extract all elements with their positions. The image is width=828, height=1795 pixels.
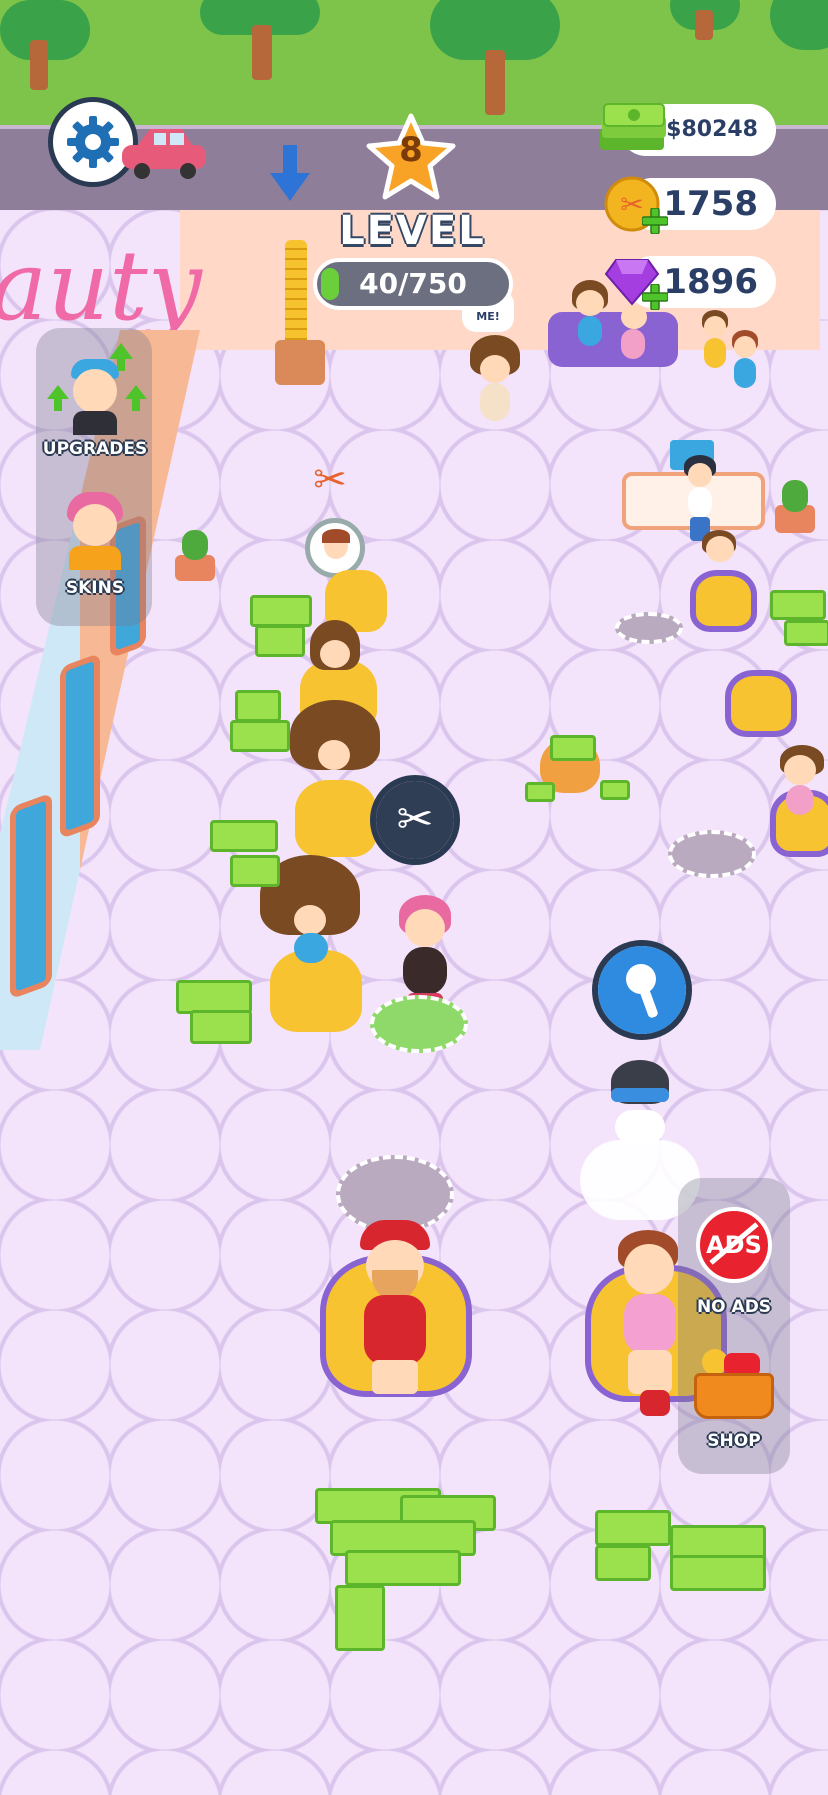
cash-pile[interactable] [600,780,630,800]
cash-pile[interactable] [550,735,596,761]
cash-pile[interactable] [176,980,252,1014]
gems-value: 1896 [663,262,758,302]
scissors-icon: ✂ [376,781,454,859]
shop-basket-icon [694,1349,774,1421]
shower-icon [598,946,686,1034]
customer[interactable] [730,330,760,410]
cash-pile[interactable] [190,1010,252,1044]
customer[interactable] [700,310,730,390]
upgrades-button[interactable]: UPGRADES [30,335,160,465]
skins-icon [55,490,135,570]
cash-pile[interactable] [250,595,312,627]
plant [170,530,220,585]
customer[interactable] [780,745,828,825]
customer[interactable] [615,305,651,365]
pedestal [275,340,325,385]
scissors-action-button[interactable]: ✂ [370,775,460,865]
add-coins-icon[interactable] [642,208,668,234]
skins-button[interactable]: SKINS [30,482,160,612]
no-ads-label: NO ADS [696,1297,772,1317]
cash-pile[interactable] [770,590,826,620]
cash-pile[interactable] [345,1550,461,1586]
arrow-down-icon [270,145,310,201]
shop-button[interactable]: SHOP [672,1345,796,1465]
skins-label: SKINS [65,578,125,598]
cash-pile[interactable] [595,1545,651,1581]
mirror [10,792,52,1000]
salon-sign: auty [0,230,202,342]
cash-pile[interactable] [235,690,281,722]
waiting-chair[interactable] [725,670,797,737]
plant [770,480,820,535]
customer-santa[interactable] [350,1200,440,1400]
cash-pile[interactable] [784,620,828,646]
add-gems-icon[interactable] [642,284,668,310]
customer-help[interactable] [470,335,520,435]
washer[interactable] [605,1060,675,1150]
customer[interactable] [700,530,740,590]
level-progress-text: 40/750 [359,267,467,300]
cash-pile[interactable] [335,1585,385,1651]
cash-pile[interactable] [670,1555,766,1591]
upgrades-icon [47,343,147,435]
shower-action-button[interactable] [592,940,692,1040]
customer[interactable] [290,700,380,800]
level-label: LEVEL [339,208,486,254]
cash-pile[interactable] [230,855,280,887]
cash-stack-icon [600,103,666,150]
car-icon [122,129,206,179]
coins-value: 1758 [663,184,758,224]
scissors-marker: ✂ [313,457,347,503]
no-ads-icon: ADS [696,1207,772,1283]
customer[interactable] [310,620,360,690]
cash-pile[interactable] [210,820,278,852]
gear-icon [67,116,119,168]
cash-pile[interactable] [525,782,555,802]
cash-pile[interactable] [595,1510,671,1546]
no-ads-button[interactable]: ADS NO ADS [672,1205,796,1325]
upgrades-label: UPGRADES [42,439,148,459]
cash-value: $80248 [666,117,758,142]
level-number: 8 [399,130,423,170]
cash-pile[interactable] [255,625,305,657]
mirror [60,652,100,840]
level-progress-bar: 40/750 [313,258,513,310]
floor-spot [668,830,756,878]
svg-text:✂: ✂ [620,188,643,221]
floor-spot [615,612,683,644]
hairdresser-spot [370,995,468,1053]
shop-label: SHOP [707,1431,761,1451]
waiting-couch [548,312,678,367]
customer-avatar-marker[interactable] [305,518,365,578]
cash-pile[interactable] [230,720,290,752]
